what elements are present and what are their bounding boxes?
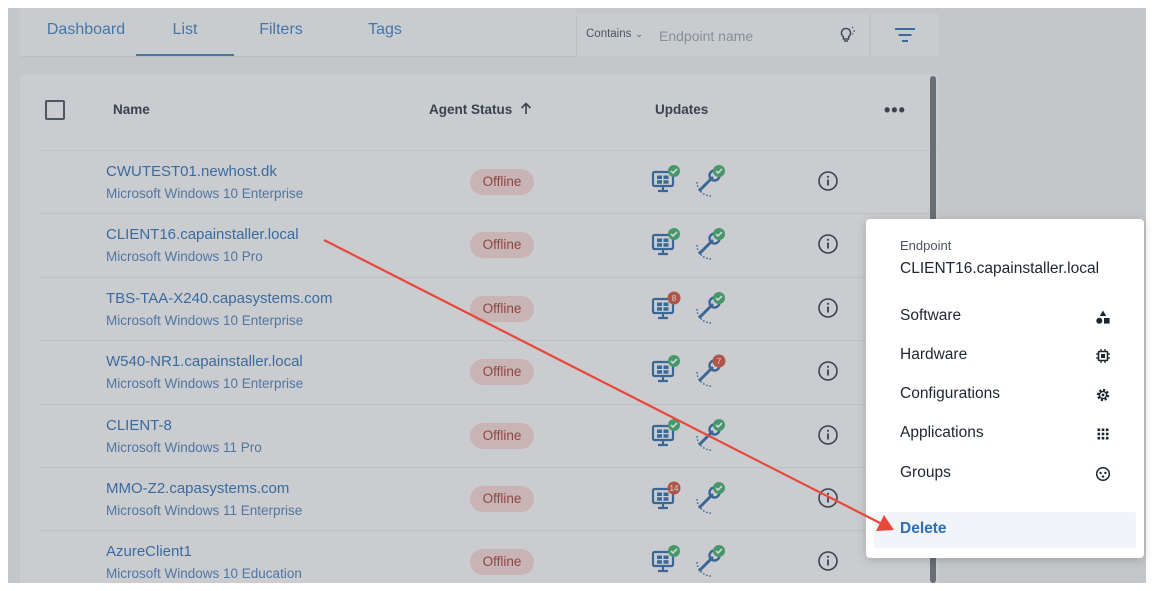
shapes-icon — [1096, 310, 1110, 324]
menu-item-groups[interactable]: Groups — [874, 456, 1136, 492]
menu-endpoint-name: CLIENT16.capainstaller.local — [900, 260, 1100, 277]
menu-item-label: Delete — [900, 520, 947, 537]
gear-icon — [1096, 388, 1110, 402]
menu-item-label: Hardware — [900, 346, 968, 363]
menu-item-label: Groups — [900, 464, 951, 481]
menu-item-label: Software — [900, 307, 962, 324]
grid-icon — [1097, 428, 1109, 440]
menu-item-delete[interactable]: Delete — [874, 512, 1136, 548]
menu-item-label: Configurations — [900, 385, 1000, 402]
menu-item-configurations[interactable]: Configurations — [874, 377, 1136, 413]
menu-item-applications[interactable]: Applications — [874, 416, 1136, 452]
menu-kicker: Endpoint — [900, 238, 952, 253]
menu-item-software[interactable]: Software — [874, 299, 1136, 335]
group-icon — [1095, 466, 1111, 482]
chip-icon — [1096, 349, 1110, 363]
menu-item-label: Applications — [900, 424, 984, 441]
endpoint-context-menu: Endpoint CLIENT16.capainstaller.local So… — [866, 219, 1144, 558]
menu-item-hardware[interactable]: Hardware — [874, 338, 1136, 374]
